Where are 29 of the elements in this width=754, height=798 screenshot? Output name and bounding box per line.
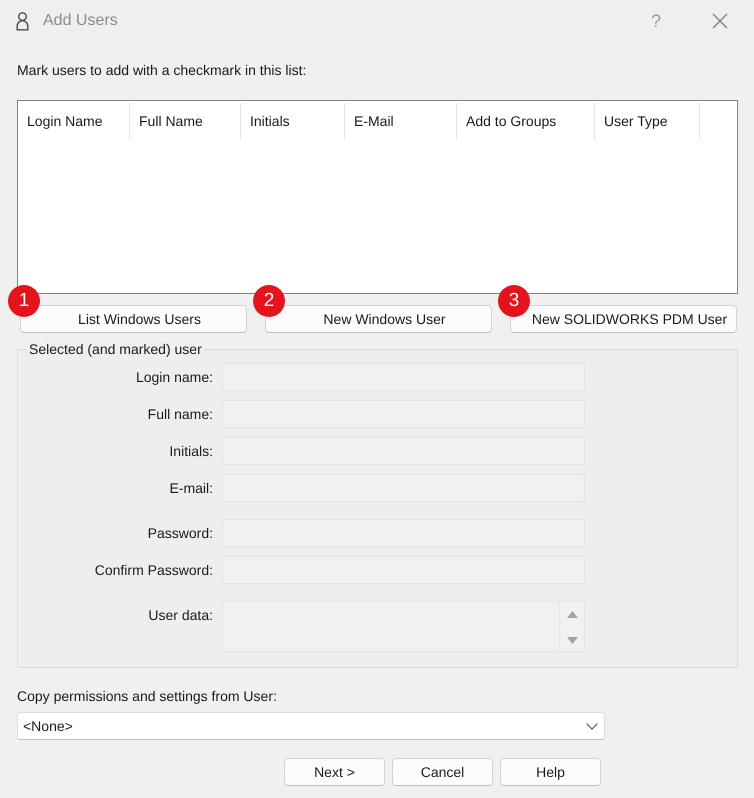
- field-label: User data:: [148, 606, 213, 624]
- chevron-down-icon[interactable]: [586, 722, 598, 730]
- help-button[interactable]: Help: [500, 758, 601, 786]
- column-header[interactable]: Full Name: [130, 103, 241, 139]
- instruction-text: Mark users to add with a checkmark in this list:: [17, 61, 306, 79]
- column-header[interactable]: Login Name: [18, 103, 130, 139]
- window-title: Add Users: [43, 11, 118, 31]
- copy-from-label: Copy permissions and settings from User:: [17, 687, 277, 705]
- list-users-button[interactable]: List Windows Users: [20, 305, 247, 333]
- next-button[interactable]: Next >: [284, 758, 385, 786]
- field-label: Login name:: [136, 368, 213, 386]
- user-icon: [16, 12, 29, 30]
- cancel-button[interactable]: Cancel: [392, 758, 493, 786]
- new-pdm-user-button[interactable]: New SOLIDWORKS PDM User: [510, 305, 737, 333]
- column-header[interactable]: User Type: [595, 103, 700, 139]
- field-label: Confirm Password:: [94, 561, 213, 579]
- step-number-badge: 1: [8, 285, 40, 317]
- group-title: Selected (and marked) user: [28, 340, 203, 358]
- column-header[interactable]: Initials: [241, 103, 345, 139]
- column-header[interactable]: E-Mail: [345, 103, 457, 139]
- field-label: Password:: [148, 524, 213, 542]
- user-list[interactable]: Login Name Full Name Initials E-Mail Add to Groups User Type: [17, 100, 738, 294]
- column-header[interactable]: Add to Groups: [457, 103, 595, 139]
- field-label: Full name:: [148, 405, 213, 423]
- field-label: Initials:: [169, 442, 213, 460]
- user-dropdown[interactable]: <None>: [17, 712, 605, 740]
- field-label: E-mail:: [169, 479, 213, 497]
- new-windows-user-button[interactable]: New Windows User: [265, 305, 492, 333]
- close-icon[interactable]: [712, 13, 728, 29]
